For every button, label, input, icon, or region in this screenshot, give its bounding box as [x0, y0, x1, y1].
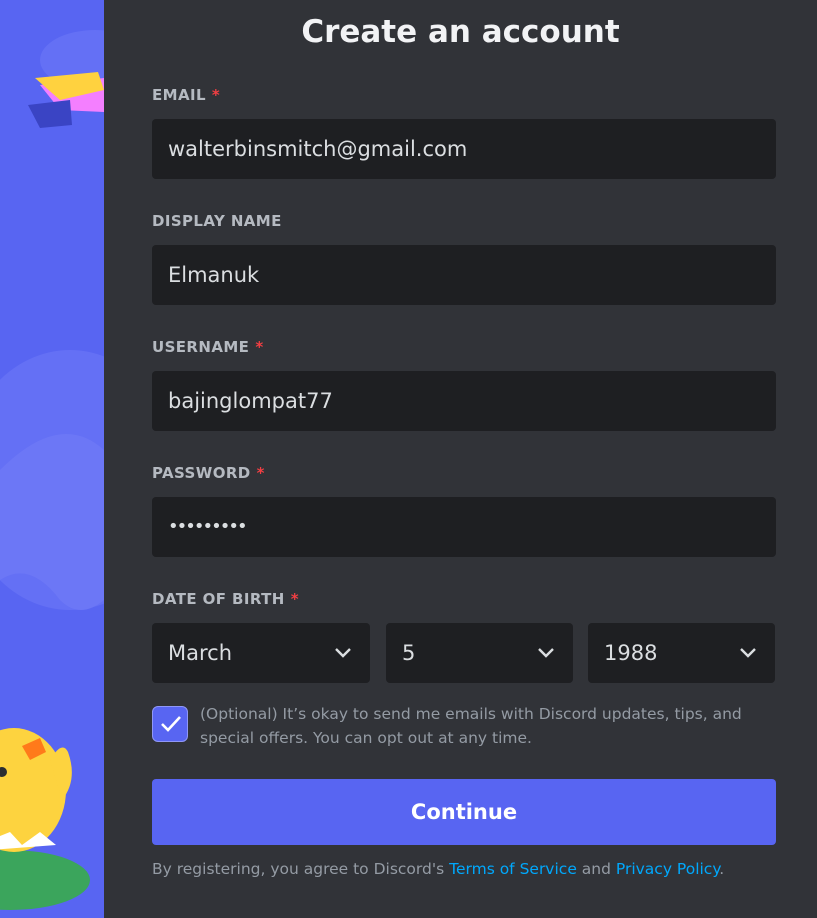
register-panel: Create an account EMAIL * walterbinsmitch…	[104, 0, 817, 918]
required-marker: *	[290, 590, 299, 608]
chevron-down-icon	[538, 648, 554, 658]
terms-of-service-link[interactable]: Terms of Service	[449, 860, 577, 878]
checkmark-icon	[161, 716, 181, 732]
display-name-label: DISPLAY NAME	[152, 212, 282, 230]
month-select[interactable]: March	[152, 623, 370, 683]
required-marker: *	[255, 338, 264, 356]
password-label-text: PASSWORD	[152, 464, 251, 482]
day-value: 5	[402, 641, 416, 665]
password-label: PASSWORD *	[152, 463, 265, 483]
continue-button[interactable]: Continue	[152, 779, 776, 845]
legal-notice: By registering, you agree to Discord's T…	[152, 858, 724, 880]
background-illustration	[0, 0, 104, 918]
dob-label-text: DATE OF BIRTH	[152, 590, 285, 608]
day-select[interactable]: 5	[386, 623, 573, 683]
display-name-field[interactable]: Elmanuk	[152, 245, 776, 305]
username-label-text: USERNAME	[152, 338, 250, 356]
username-label: USERNAME *	[152, 337, 264, 357]
page-title: Create an account	[301, 14, 620, 50]
marketing-optin-text: (Optional) It’s okay to send me emails w…	[200, 705, 742, 747]
email-label-text: EMAIL	[152, 86, 206, 104]
legal-and: and	[576, 860, 616, 878]
chevron-down-icon	[335, 648, 351, 658]
required-marker: *	[211, 86, 221, 104]
password-field[interactable]: •••••••••	[152, 497, 776, 557]
legal-prefix: By registering, you agree to Discord's	[152, 860, 450, 878]
legal-suffix: .	[719, 860, 725, 878]
year-select[interactable]: 1988	[588, 623, 775, 683]
email-label: EMAIL *	[152, 85, 220, 105]
month-value: March	[168, 641, 233, 665]
privacy-policy-link[interactable]: Privacy Policy	[616, 860, 719, 878]
required-marker: *	[256, 464, 265, 482]
marketing-optin-checkbox[interactable]	[152, 706, 188, 742]
email-field[interactable]: walterbinsmitch@gmail.com	[152, 119, 776, 179]
illustration-art	[0, 30, 104, 910]
year-value: 1988	[604, 641, 658, 665]
chevron-down-icon	[740, 648, 756, 658]
username-field[interactable]: bajinglompat77	[152, 371, 776, 431]
dob-label: DATE OF BIRTH *	[152, 589, 299, 609]
